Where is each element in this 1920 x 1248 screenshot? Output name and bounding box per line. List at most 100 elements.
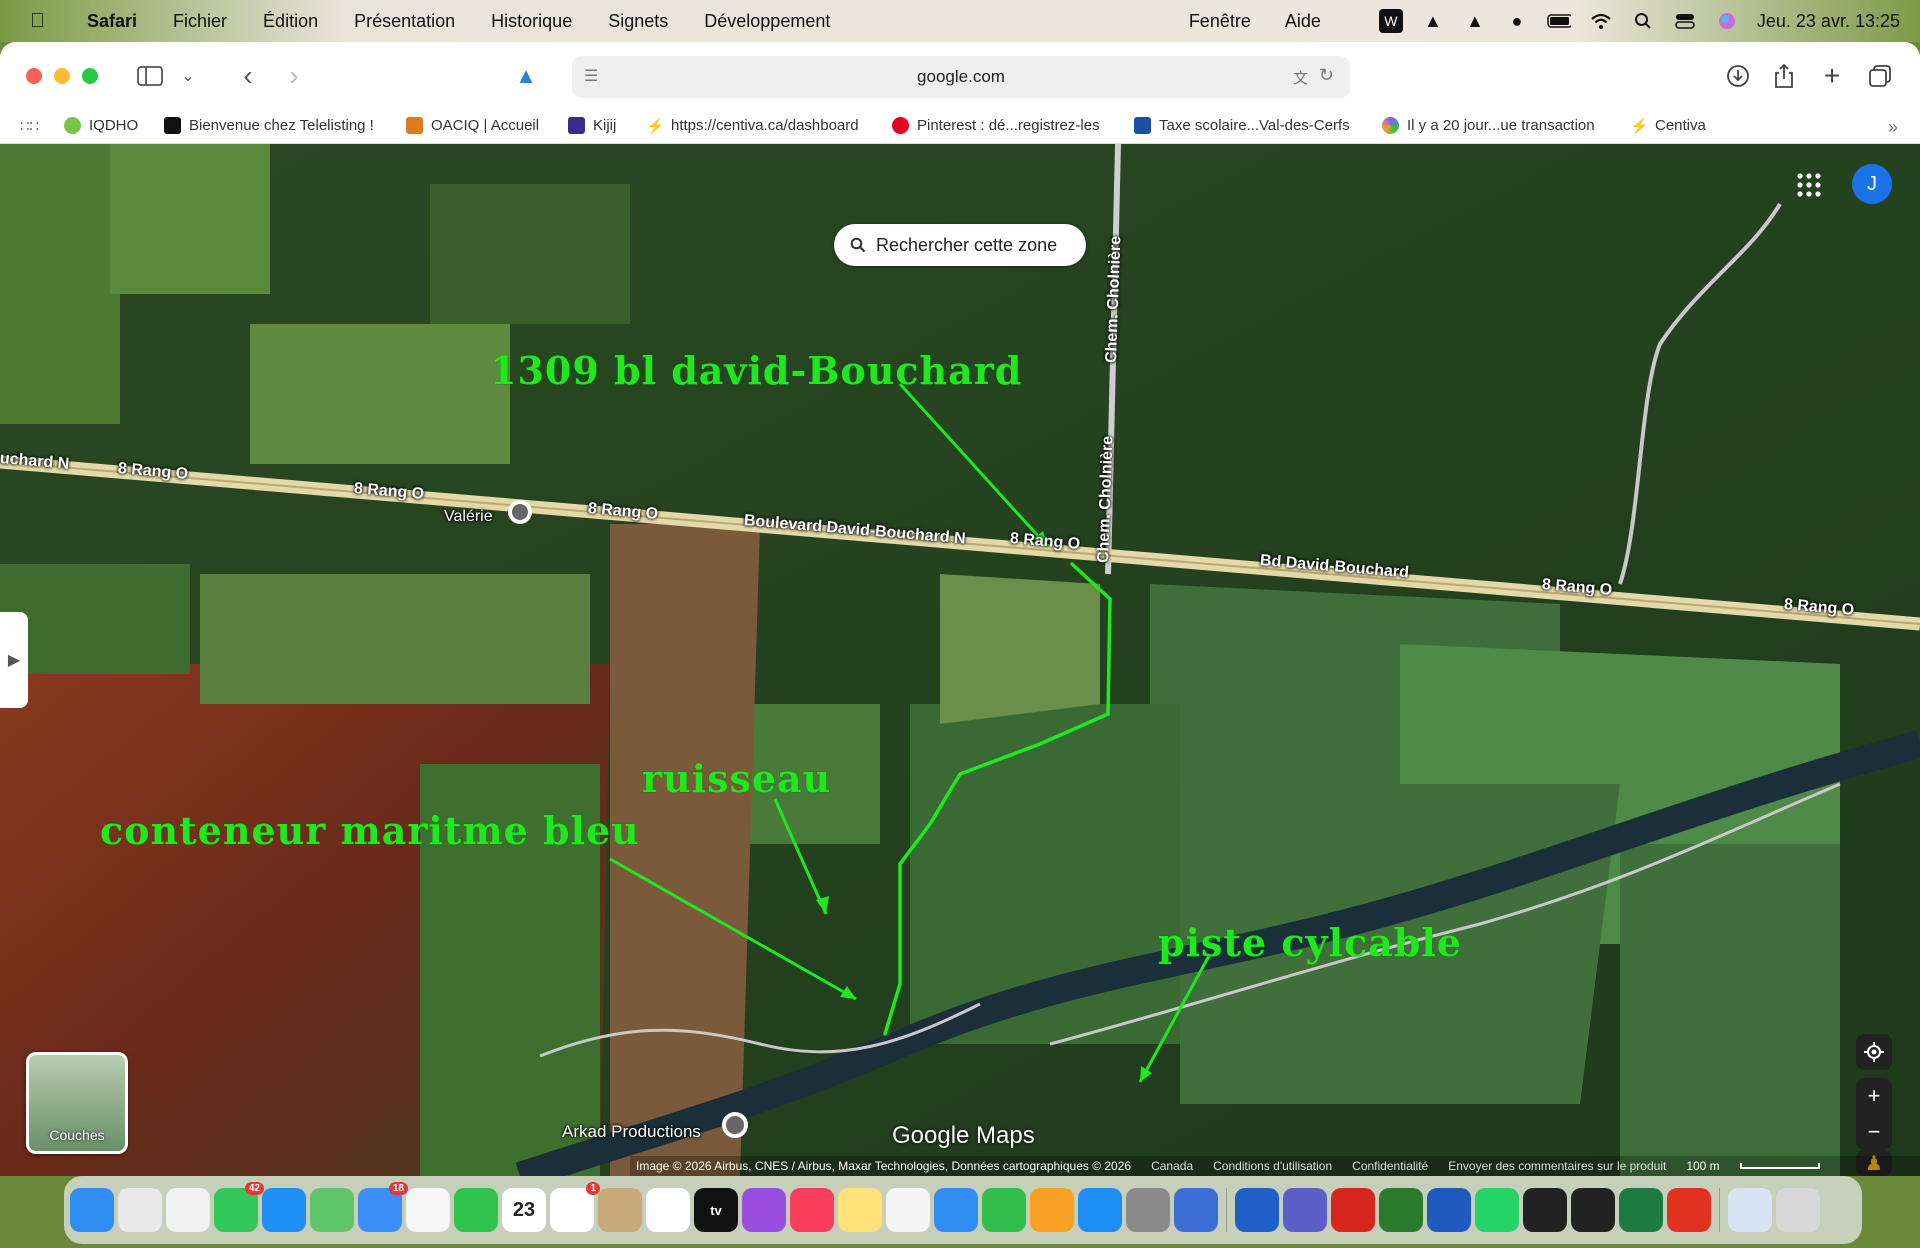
control-center-icon[interactable]	[1673, 9, 1697, 33]
dock-messages-icon[interactable]: 42	[214, 1182, 264, 1232]
bookmarks-overflow-icon[interactable]: »	[1888, 117, 1898, 138]
bookmark-telelisting[interactable]: Bienvenue chez Telelisting !	[164, 117, 374, 134]
wps-menu-icon[interactable]: W	[1378, 9, 1403, 33]
tab-overview-icon[interactable]	[1862, 58, 1898, 94]
siri-icon[interactable]	[1715, 9, 1739, 33]
extension-flask-icon[interactable]: ▲	[508, 58, 544, 94]
dock-acrobat-icon[interactable]	[1331, 1188, 1375, 1232]
privacy-link[interactable]: Confidentialité	[1352, 1159, 1428, 1173]
bookmark-oaciq[interactable]: OACIQ | Accueil	[406, 117, 539, 134]
menu-signets[interactable]: Signets	[590, 11, 686, 32]
dock-wps-icon[interactable]	[1667, 1188, 1711, 1232]
dock-numbers-icon[interactable]	[982, 1188, 1026, 1232]
bookmark-centiva[interactable]: ⚡ Centiva	[1630, 117, 1706, 135]
menu-presentation[interactable]: Présentation	[336, 11, 473, 32]
zoom-window-button[interactable]	[82, 68, 98, 84]
bookmark-transaction[interactable]: Il y a 20 jour...ue transaction	[1382, 117, 1595, 134]
new-tab-icon[interactable]: +	[1814, 58, 1850, 94]
dock-downloads-icon[interactable]	[1728, 1188, 1772, 1232]
dock-trash-icon[interactable]	[1776, 1188, 1820, 1232]
dock-launchpad-icon[interactable]	[118, 1188, 162, 1232]
menu-fenetre[interactable]: Fenêtre	[1181, 11, 1259, 32]
reload-icon[interactable]: ↻	[1319, 65, 1334, 86]
dock-teams-icon[interactable]	[1283, 1188, 1327, 1232]
dock-chrome-icon[interactable]	[166, 1188, 210, 1232]
zoom-in-button[interactable]: +	[1856, 1078, 1892, 1114]
place-label-arkad[interactable]: Arkad Productions	[562, 1122, 701, 1142]
close-window-button[interactable]	[26, 68, 42, 84]
forward-button[interactable]: ›	[276, 58, 312, 94]
apple-icon[interactable]: 	[0, 10, 69, 33]
my-location-button[interactable]	[1856, 1034, 1892, 1070]
dock-excel-icon[interactable]	[1619, 1188, 1663, 1232]
dock-reminders-icon[interactable]: 1	[550, 1182, 600, 1232]
dock-word-icon[interactable]	[1427, 1188, 1471, 1232]
dock-iphone-mirroring-icon[interactable]	[1174, 1188, 1218, 1232]
place-label-valerie[interactable]: Valérie	[444, 508, 493, 526]
dock-freeform-icon[interactable]	[646, 1188, 690, 1232]
share-icon[interactable]	[1766, 58, 1802, 94]
bookmarks-grid-icon[interactable]: ∷∷	[20, 117, 39, 135]
bookmark-pinterest[interactable]: Pinterest : dé...registrez-les	[892, 117, 1100, 134]
dock-music-icon[interactable]	[790, 1188, 834, 1232]
dock-mail-icon[interactable]: 18	[358, 1182, 408, 1232]
place-pin-icon[interactable]	[508, 500, 532, 524]
satellite-map[interactable]: uchard N 8 Rang O 8 Rang O 8 Rang O Boul…	[0, 144, 1920, 1176]
dock-color-picker-icon[interactable]	[1523, 1188, 1567, 1232]
menu-app-name[interactable]: Safari	[69, 11, 155, 32]
spotlight-search-icon[interactable]	[1631, 9, 1655, 33]
back-button[interactable]: ‹	[230, 58, 266, 94]
sidebar-toggle-icon[interactable]	[132, 58, 168, 94]
dock-tv-icon[interactable]: tv	[694, 1188, 738, 1232]
search-this-area-button[interactable]: Rechercher cette zone	[834, 224, 1086, 266]
menu-edition[interactable]: Édition	[245, 11, 336, 32]
dock-maps-icon[interactable]	[310, 1188, 354, 1232]
menu-developpement[interactable]: Développement	[686, 11, 848, 32]
wifi-icon[interactable]	[1589, 9, 1613, 33]
dock-sketch-icon[interactable]	[1379, 1188, 1423, 1232]
menu-fichier[interactable]: Fichier	[155, 11, 245, 32]
minimize-window-button[interactable]	[54, 68, 70, 84]
zoom-out-button[interactable]: −	[1856, 1114, 1892, 1150]
dock-app-store-icon[interactable]	[1078, 1188, 1122, 1232]
dock-activity-monitor-icon[interactable]	[1571, 1188, 1615, 1232]
menu-aide[interactable]: Aide	[1277, 11, 1361, 32]
dock-keynote-icon[interactable]	[934, 1188, 978, 1232]
account-avatar[interactable]: J	[1852, 164, 1892, 204]
dock-finder-icon[interactable]	[70, 1188, 114, 1232]
dock-pages-icon[interactable]	[1030, 1188, 1074, 1232]
dock-quicktime-icon[interactable]	[1235, 1188, 1279, 1232]
bookmark-kijiji[interactable]: Kijij	[568, 117, 616, 134]
menu-clock[interactable]: Jeu. 23 avr. 13:25	[1757, 11, 1906, 32]
dock-photos-icon[interactable]	[406, 1188, 450, 1232]
dock-news-icon[interactable]	[886, 1188, 930, 1232]
bookmark-centiva-dashboard[interactable]: ⚡ https://centiva.ca/dashboard	[646, 117, 859, 135]
dock-notes-icon[interactable]	[838, 1188, 882, 1232]
feedback-link[interactable]: Envoyer des commentaires sur le produit	[1448, 1159, 1666, 1173]
dock-safari-icon[interactable]	[262, 1188, 306, 1232]
menu-historique[interactable]: Historique	[473, 11, 590, 32]
url-text[interactable]: google.com	[572, 67, 1350, 87]
terms-link[interactable]: Conditions d'utilisation	[1213, 1159, 1332, 1173]
battery-icon[interactable]	[1547, 9, 1571, 33]
google-apps-icon[interactable]	[1794, 170, 1824, 200]
scale-label[interactable]: 100 m	[1686, 1159, 1719, 1173]
dock-podcasts-icon[interactable]	[742, 1188, 786, 1232]
layers-button[interactable]: Couches	[26, 1052, 128, 1154]
expand-side-panel-button[interactable]: ▶	[0, 612, 28, 708]
dock-whatsapp-icon[interactable]	[1475, 1188, 1519, 1232]
bookmark-taxe-scolaire[interactable]: Taxe scolaire...Val-des-Cerfs	[1134, 117, 1350, 134]
dock-system-settings-icon[interactable]	[1126, 1188, 1170, 1232]
country-link[interactable]: Canada	[1151, 1159, 1193, 1173]
teams-menu-icon[interactable]: ●	[1505, 9, 1529, 33]
downloads-icon[interactable]	[1720, 58, 1756, 94]
address-bar[interactable]: ☰ google.com 文 ↻	[572, 56, 1350, 98]
dock-contacts-icon[interactable]	[598, 1188, 642, 1232]
drive-icon[interactable]: ▲	[1463, 9, 1487, 33]
tab-group-chevron-icon[interactable]: ⌄	[170, 58, 206, 94]
flask-icon[interactable]: ▲	[1421, 9, 1445, 33]
bookmark-iqdho[interactable]: IQDHO	[64, 117, 138, 134]
place-pin-icon[interactable]	[722, 1112, 748, 1138]
dock-facetime-icon[interactable]	[454, 1188, 498, 1232]
dock-calendar-icon[interactable]: 23	[502, 1188, 546, 1232]
